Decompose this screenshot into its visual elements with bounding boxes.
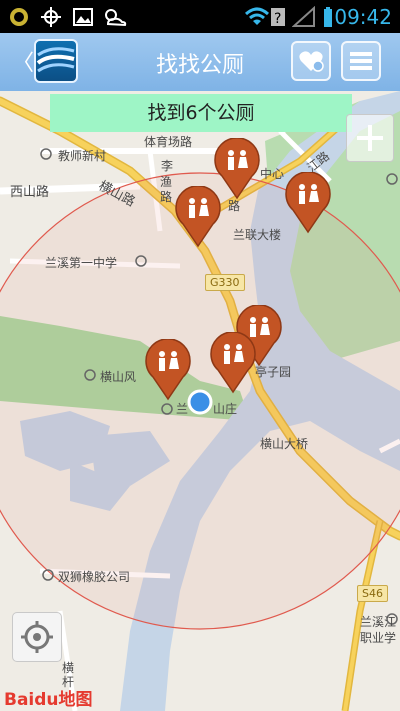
baidu-logo: Baidu地图 xyxy=(4,690,93,710)
weather-icon xyxy=(102,6,128,32)
map-label-shanzhuang: 山庄 xyxy=(213,402,238,416)
page-title: 找找公厕 xyxy=(155,53,244,78)
zoom-button[interactable] xyxy=(346,114,394,162)
map-label-xishan: 西山路 xyxy=(10,185,50,200)
favorite-icon xyxy=(293,51,329,83)
map-label-lu: 路 xyxy=(160,190,173,204)
toilet-marker-icon xyxy=(210,332,256,394)
toilet-marker-icon xyxy=(175,186,221,248)
map-label-li: 李 xyxy=(161,159,174,173)
menu-button[interactable] xyxy=(341,41,381,81)
status-bar: ? 09:42 xyxy=(0,0,400,33)
signal-icon xyxy=(291,5,316,32)
toilet-marker[interactable] xyxy=(173,186,223,248)
map-label-lanxijiang: 兰溪江 xyxy=(360,615,397,629)
favorite-button[interactable] xyxy=(291,41,331,81)
map-label-zhongxin: 中心 xyxy=(260,167,285,181)
app-header: 〈 找找公厕 xyxy=(0,33,400,91)
toilet-marker[interactable] xyxy=(283,172,333,234)
image-icon xyxy=(72,6,94,32)
notification-icon xyxy=(8,6,30,32)
map-label-lan: 兰 xyxy=(176,402,189,416)
map-label-jiaoshi: 教师新村 xyxy=(58,149,107,163)
map-label-zhiye: 职业学 xyxy=(360,631,397,645)
map-label-lanlian: 兰联大楼 xyxy=(233,228,282,242)
toilet-marker-icon xyxy=(285,172,331,234)
gps-icon xyxy=(40,6,62,32)
toilet-marker-icon xyxy=(145,339,191,401)
unknown-icon: ? xyxy=(270,6,286,32)
map-label-shuangshi: 双狮橡胶公司 xyxy=(58,570,131,584)
locate-button[interactable] xyxy=(12,612,62,662)
map-label-g330: G330 xyxy=(205,274,245,291)
wifi-icon xyxy=(244,6,270,32)
toilet-marker[interactable] xyxy=(143,339,193,401)
map-label-hengshanfeng: 横山风 xyxy=(100,370,137,384)
map-label-daqiao: 横山大桥 xyxy=(260,437,309,451)
map-label-yizhong: 兰溪第一中学 xyxy=(45,256,118,270)
zoom-icon xyxy=(347,125,393,165)
map-label-s46: S46 xyxy=(357,585,388,602)
result-banner: 找到6个公厕 xyxy=(50,94,352,132)
clock-time: 09:42 xyxy=(334,5,392,29)
map-label-tiyuchang: 体育场路 xyxy=(144,135,193,149)
svg-text:?: ? xyxy=(274,11,281,27)
toilet-marker[interactable] xyxy=(208,332,258,394)
locate-icon xyxy=(13,621,61,665)
battery-icon xyxy=(322,6,334,32)
menu-icon xyxy=(343,52,379,83)
